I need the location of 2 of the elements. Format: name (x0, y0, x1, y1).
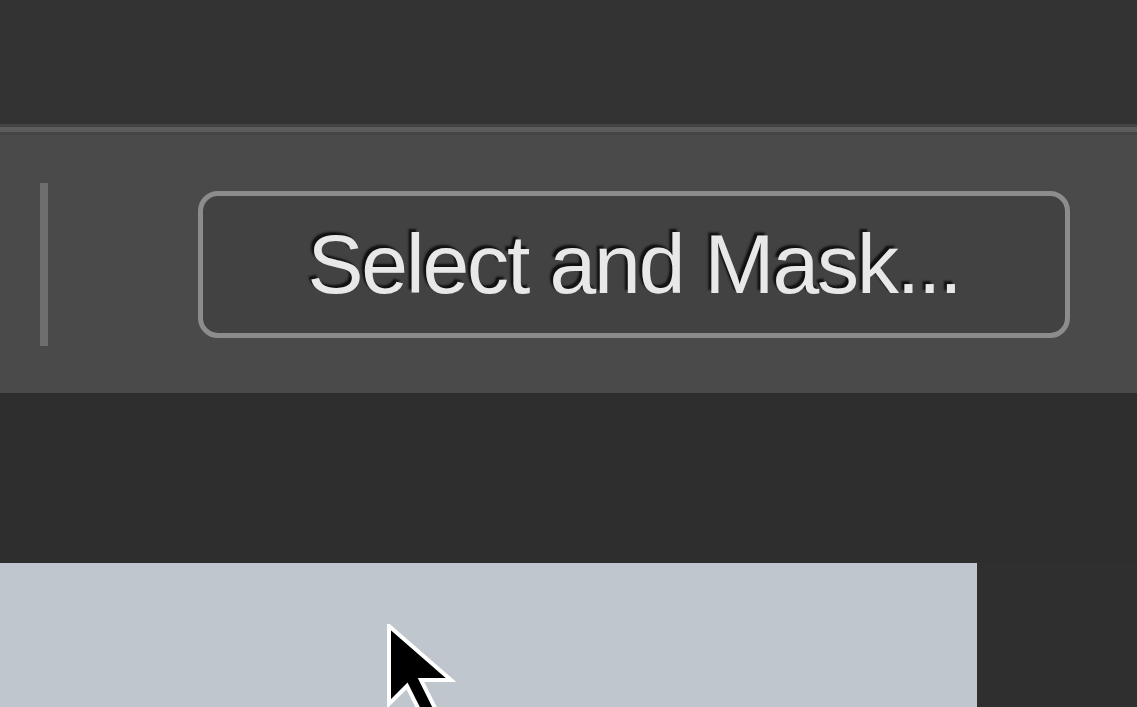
cursor-icon (385, 624, 459, 707)
select-and-mask-button[interactable]: Select and Mask... (198, 190, 1070, 338)
